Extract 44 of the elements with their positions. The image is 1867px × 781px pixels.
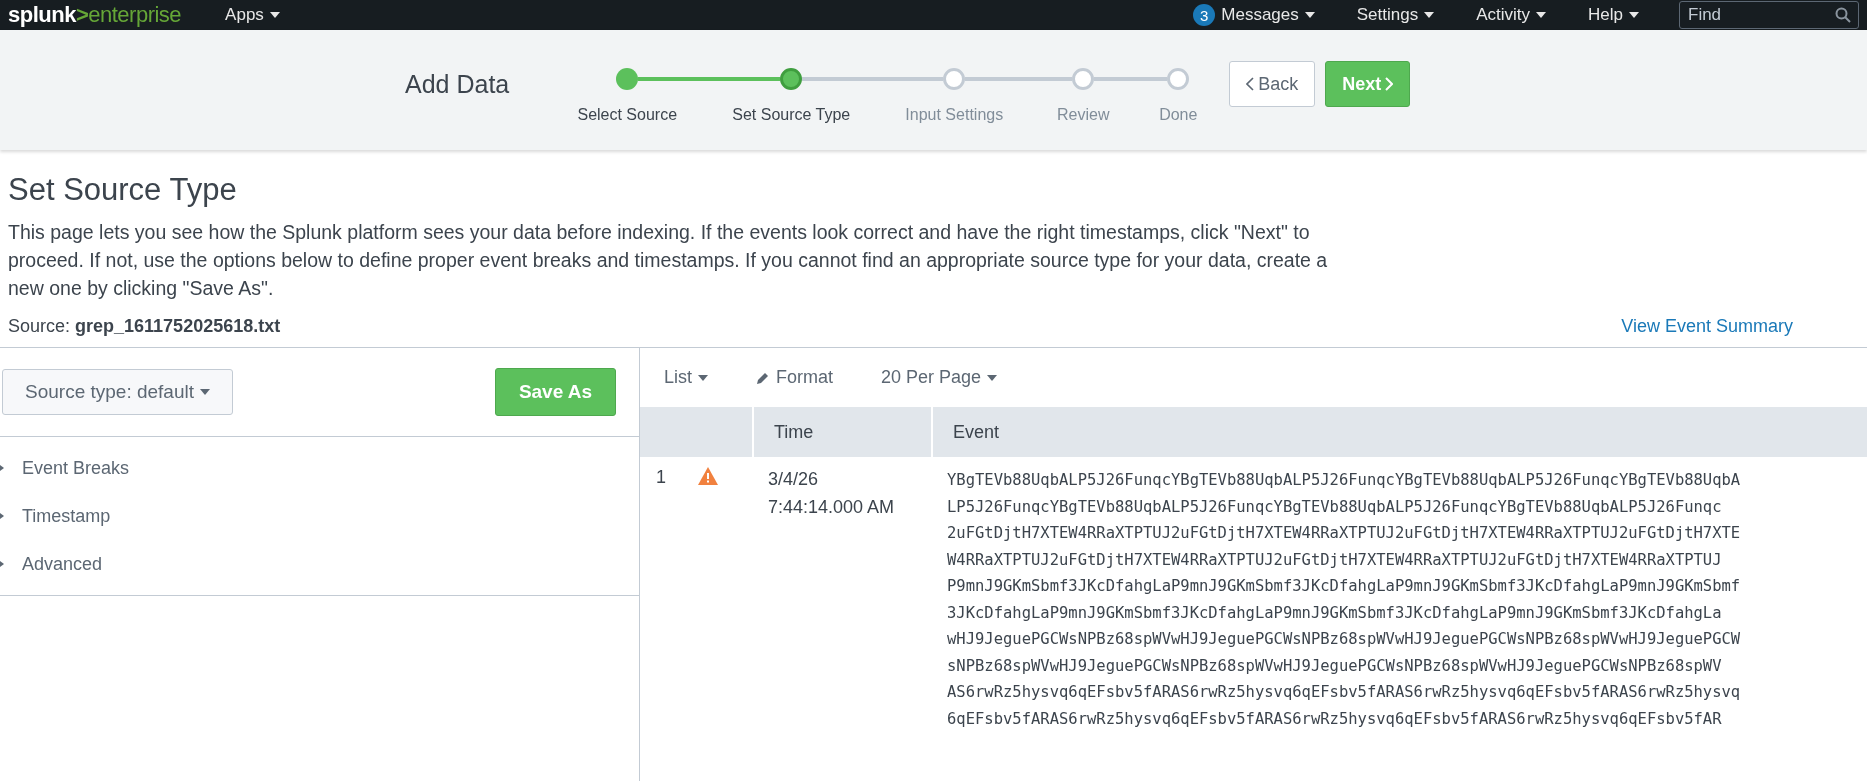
caret-icon: [1629, 12, 1639, 18]
page-title: Set Source Type: [8, 172, 238, 208]
nav-menu[interactable]: Activity: [1476, 5, 1547, 25]
caret-icon: [1424, 12, 1435, 18]
caret-icon: [987, 374, 998, 381]
count-badge: 3: [1193, 4, 1216, 26]
view-event-summary-link[interactable]: View Event Summary: [1621, 316, 1793, 337]
chevron-left-icon: [1246, 77, 1255, 91]
search-icon: [1835, 7, 1851, 23]
back-button[interactable]: Back: [1229, 61, 1316, 107]
pencil-icon: [756, 370, 770, 385]
search-field[interactable]: Find: [1679, 1, 1859, 29]
nav-menu[interactable]: Settings: [1356, 5, 1435, 25]
chevron-right-icon: [1385, 77, 1394, 91]
step-label: Review: [1057, 106, 1110, 124]
per-page-dropdown[interactable]: 20 Per Page: [881, 367, 998, 388]
caret-icon: [1536, 12, 1547, 18]
step-label: Input Settings: [905, 106, 1004, 124]
event-time: 7:44:14.000 AM: [768, 496, 896, 519]
accordion-item[interactable]: Timestamp: [0, 492, 639, 540]
source-type-dropdown[interactable]: Source type: default: [2, 369, 233, 415]
nav-menu[interactable]: Apps: [225, 5, 280, 25]
caret-icon: [698, 374, 708, 381]
step-label: Set Source Type: [732, 106, 851, 124]
caret-icon: [1304, 12, 1315, 18]
accordion-item[interactable]: Event Breaks: [0, 444, 639, 492]
list-dropdown[interactable]: List: [664, 367, 708, 388]
event-date: 3/4/26: [768, 468, 820, 491]
nav-menu[interactable]: 3 Messages: [1193, 4, 1315, 26]
step-label: Done: [1159, 106, 1198, 124]
column-header: Time: [752, 407, 931, 457]
column-header: Event: [931, 407, 1867, 457]
nav-menu[interactable]: Help: [1588, 5, 1639, 25]
caret-icon: [200, 389, 210, 395]
wizard-title: Add Data: [405, 69, 510, 99]
row-number: 1: [656, 467, 666, 488]
event-text: YBgTEVb88UqbALP5J26FunqcYBgTEVb88UqbALP5J26FunqcYBgTEVb88UqbALP5J26FunqcYBgTEVb88UqbALP5J26FunqcYBgTEVb88UqbALP5J26FunqcYBgTEVb88UqbALP5J26FunqcYBgTEVb88UqbALP5J26Funqc 2uFGtDjtH7XTEW4RRaXTPTUJ2uFGtDjtH7XTEW4RRaXTPTUJ2uFGtDjtH7XTEW4RRaXTPTUJ2uFGtDjtH7XTEW4RRaXTPTUJ2uFGtDjtH7XTEW4RRaXTPTUJ2uFGtDjtH7XTEW4RRaXTPTUJ2uFGtDjtH7XTEW4RRaXTPTUJ P9mnJ9GKmSbmf3JKcDfahgLaP9mnJ9GKmSbmf3JKcDfahgLaP9mnJ9GKmSbmf3JKcDfahgLaP9mnJ9GKmSbmf3JKcDfahgLaP9mnJ9GKmSbmf3JKcDfahgLaP9mnJ9GKmSbmf3JKcDfahgLaP9mnJ9GKmSbmf3JKcDfahgLa wHJ9JeguePGCWsNPBz68spWVwHJ9JeguePGCWsNPBz68spWVwHJ9JeguePGCWsNPBz68spWVwHJ9JeguePGCWsNPBz68spWVwHJ9JeguePGCWsNPBz68spWVwHJ9JeguePGCWsNPBz68spWVwHJ9JeguePGCWsNPBz68spWV AS6rwRz5hysvq6qEFsbv5fARAS6rwRz5hysvq6qEFsbv5fARAS6rwRz5hysvq6qEFsbv5fARAS6rwRz5hysvq6qEFsbv5fARAS6rwRz5hysvq6qEFsbv5fARAS6rwRz5hysvq6qEFsbv5fARAS6rwRz5hysvq6qEFsbv5fAR: [946, 470, 1741, 730]
step-label: Select Source: [577, 106, 678, 124]
format-button[interactable]: Format: [756, 367, 834, 388]
caret-icon: [269, 12, 280, 18]
accordion-item[interactable]: Advanced: [0, 540, 639, 588]
source-label: Source: grep_1611752025618.txt: [8, 316, 281, 337]
page-description: This page lets you see how the Splunk platform sees your data before indexing. If the events look correct and have the right timestamps, click "Next" to proceed. If not, use the options below to define proper event breaks and timestamps. If you cannot find an appropriate source type for your data, create a new one by clicking "Save As".: [8, 220, 1329, 301]
logo[interactable]: splunk>enterprise: [8, 2, 182, 28]
